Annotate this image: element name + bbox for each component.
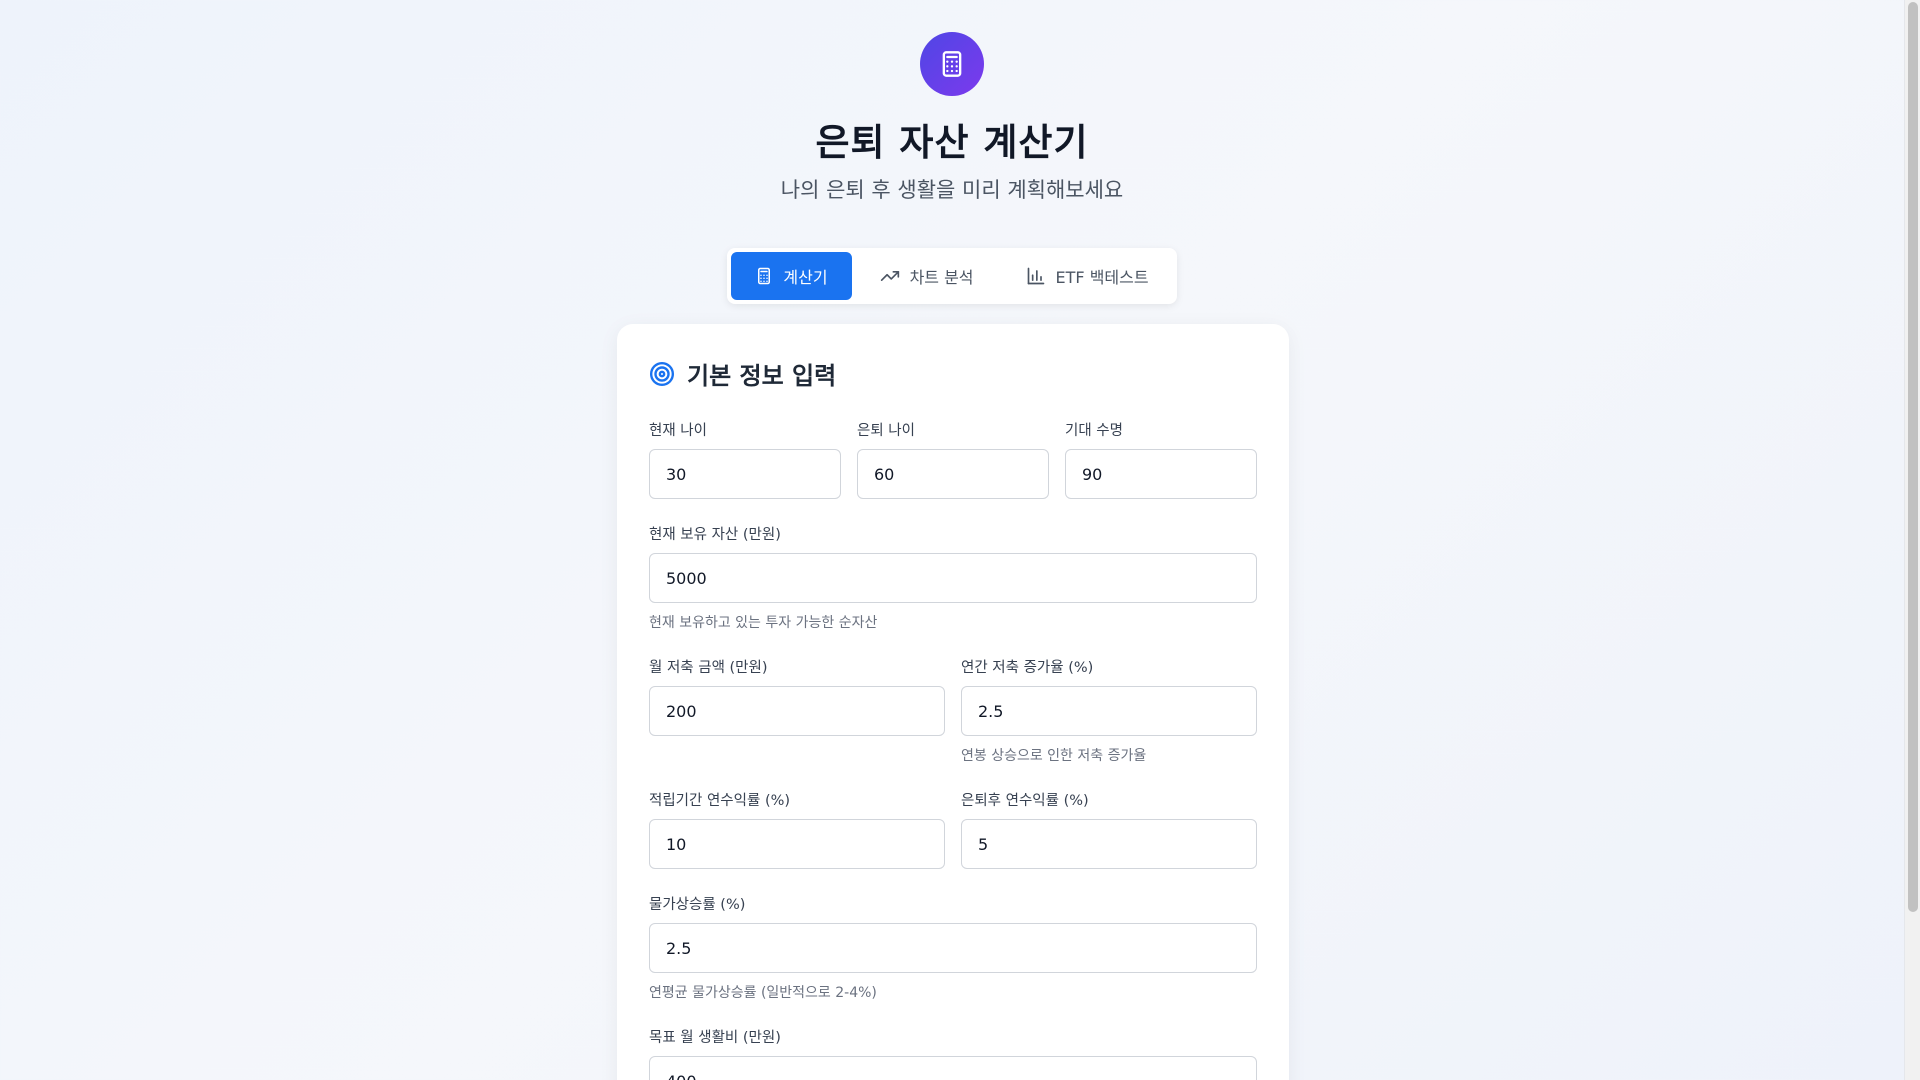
retire-age-label: 은퇴 나이: [857, 423, 915, 439]
page-title: 은퇴 자산 계산기: [815, 121, 1089, 164]
current-assets-hint: 현재 보유하고 있는 투자 가능한 순자산: [649, 615, 878, 631]
assets-row: 현재 보유 자산 (만원) 현재 보유하고 있는 투자 가능한 순자산: [649, 523, 1257, 632]
inflation-row: 물가상승률 (%) 연평균 물가상승률 (일반적으로 2-4%): [649, 893, 1257, 1002]
form-title-text: 기본 정보 입력: [687, 362, 837, 390]
life-expectancy-input[interactable]: [1065, 449, 1257, 499]
target-living-input[interactable]: [649, 1056, 1257, 1080]
tab-bar: 계산기 차트 분석 ETF 백테스트: [727, 248, 1177, 304]
header: 은퇴 자산 계산기 나의 은퇴 후 생활을 미리 계획해보세요 계산기 차트 분…: [0, 0, 1904, 304]
retire-return-field: 은퇴후 연수익률 (%): [961, 789, 1257, 869]
page: 은퇴 자산 계산기 나의 은퇴 후 생활을 미리 계획해보세요 계산기 차트 분…: [0, 0, 1904, 1080]
current-age-label: 현재 나이: [649, 423, 707, 439]
calculator-icon: [942, 51, 962, 77]
target-living-row: 목표 월 생활비 (만원): [649, 1026, 1257, 1080]
retire-age-input[interactable]: [857, 449, 1049, 499]
target-living-label: 목표 월 생활비 (만원): [649, 1030, 781, 1046]
inflation-field: 물가상승률 (%) 연평균 물가상승률 (일반적으로 2-4%): [649, 893, 1257, 1002]
savings-growth-hint: 연봉 상승으로 인한 저축 증가율: [961, 748, 1147, 764]
tab-chart-analysis[interactable]: 차트 분석: [856, 252, 998, 300]
current-age-input[interactable]: [649, 449, 841, 499]
retire-return-label: 은퇴후 연수익률 (%): [961, 793, 1089, 809]
page-subtitle: 나의 은퇴 후 생활을 미리 계획해보세요: [780, 178, 1124, 202]
accum-return-field: 적립기간 연수익률 (%): [649, 789, 945, 869]
life-expectancy-field: 기대 수명: [1065, 419, 1257, 499]
tab-label: 계산기: [783, 268, 828, 287]
tab-label: ETF 백테스트: [1055, 268, 1149, 287]
current-age-field: 현재 나이: [649, 419, 841, 499]
savings-growth-field: 연간 저축 증가율 (%) 연봉 상승으로 인한 저축 증가율: [961, 656, 1257, 765]
inflation-hint: 연평균 물가상승률 (일반적으로 2-4%): [649, 985, 877, 1001]
accum-return-input[interactable]: [649, 819, 945, 869]
return-row: 적립기간 연수익률 (%) 은퇴후 연수익률 (%): [649, 789, 1257, 869]
current-assets-label: 현재 보유 자산 (만원): [649, 527, 781, 543]
trending-up-icon: [880, 271, 899, 281]
input-form-card: 기본 정보 입력 현재 나이 은퇴 나이 기대 수명 현재 보유 자산 (만원)…: [617, 324, 1289, 1080]
age-row: 현재 나이 은퇴 나이 기대 수명: [649, 419, 1257, 499]
accum-return-label: 적립기간 연수익률 (%): [649, 793, 791, 809]
savings-growth-input[interactable]: [961, 686, 1257, 736]
retire-age-field: 은퇴 나이: [857, 419, 1049, 499]
app-logo: [920, 32, 984, 96]
tab-label: 차트 분석: [909, 268, 974, 287]
bar-chart-icon: [1027, 267, 1044, 285]
life-expectancy-label: 기대 수명: [1065, 423, 1123, 439]
form-title: 기본 정보 입력: [649, 356, 1257, 391]
current-assets-field: 현재 보유 자산 (만원) 현재 보유하고 있는 투자 가능한 순자산: [649, 523, 1257, 632]
page-scrollbar[interactable]: [1904, 0, 1920, 1080]
monthly-savings-input[interactable]: [649, 686, 945, 736]
target-icon: [649, 361, 675, 386]
tab-etf-backtest[interactable]: ETF 백테스트: [1002, 252, 1173, 300]
current-assets-input[interactable]: [649, 553, 1257, 603]
monthly-savings-label: 월 저축 금액 (만원): [649, 660, 768, 676]
inflation-input[interactable]: [649, 923, 1257, 973]
monthly-savings-field: 월 저축 금액 (만원): [649, 656, 945, 765]
tab-calculator[interactable]: 계산기: [731, 252, 852, 300]
target-living-field: 목표 월 생활비 (만원): [649, 1026, 1257, 1080]
savings-row: 월 저축 금액 (만원) 연간 저축 증가율 (%) 연봉 상승으로 인한 저축…: [649, 656, 1257, 765]
retire-return-input[interactable]: [961, 819, 1257, 869]
savings-growth-label: 연간 저축 증가율 (%): [961, 660, 1094, 676]
scrollbar-thumb[interactable]: [1908, 2, 1918, 912]
inflation-label: 물가상승률 (%): [649, 897, 746, 913]
calculator-icon: [758, 267, 771, 285]
